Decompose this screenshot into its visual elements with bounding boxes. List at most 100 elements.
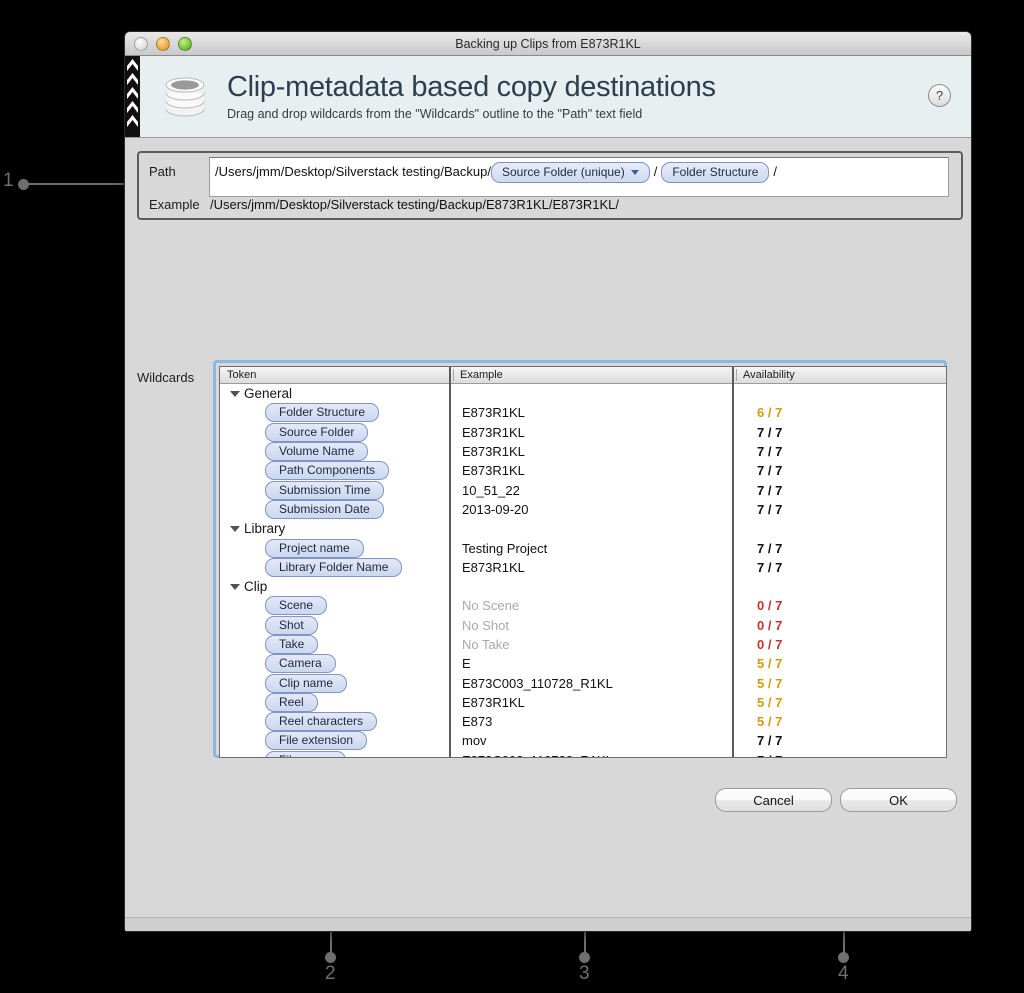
token-pill-label[interactable]: Library Folder Name — [265, 557, 403, 577]
availability-cell: 5 / 7 — [757, 656, 783, 672]
token-pill-file-name[interactable]: File name — [220, 750, 449, 757]
chevron-down-icon[interactable] — [630, 169, 639, 175]
token-group-clip[interactable]: Clip — [220, 577, 449, 596]
cancel-button[interactable]: Cancel — [715, 788, 832, 812]
callout-number-4: 4 — [838, 963, 849, 984]
callout-line-1 — [28, 183, 138, 185]
path-trailing-separator: / — [773, 164, 778, 179]
disclosure-triangle-icon[interactable] — [230, 525, 240, 532]
callout-dot-3 — [579, 952, 590, 963]
availability-cell: 6 / 7 — [757, 405, 783, 421]
token-pill-label[interactable]: Project name — [265, 538, 364, 558]
window-title: Backing up Clips from E873R1KL — [455, 36, 641, 51]
token-pill-label[interactable]: Scene — [265, 596, 328, 616]
column-header-availability[interactable]: Availability — [734, 367, 946, 384]
column-header-token[interactable]: Token — [220, 367, 449, 384]
callout-number-3: 3 — [579, 963, 590, 984]
disclosure-triangle-icon[interactable] — [230, 390, 240, 397]
availability-cell: 7 / 7 — [757, 463, 783, 479]
path-group-box: Path /Users/jmm/Desktop/Silverstack test… — [137, 151, 963, 220]
token-pill-label[interactable]: Volume Name — [265, 442, 369, 462]
path-separator: / — [653, 164, 658, 179]
example-label: Example — [149, 197, 200, 212]
token-pill-label[interactable]: File extension — [265, 731, 368, 751]
token-pill-label[interactable]: Path Components — [265, 461, 390, 481]
dialog-window: Backing up Clips from E873R1KL Clip-meta… — [124, 31, 972, 932]
example-path-value: /Users/jmm/Desktop/Silverstack testing/B… — [210, 197, 619, 212]
column-example: Example E873R1KL E873R1KL E873R1KL E873R1KL… — [451, 367, 734, 757]
availability-cell: 7 / 7 — [757, 733, 783, 749]
token-group-label: General — [244, 386, 293, 402]
chevron-strip-decoration — [125, 56, 140, 137]
token-pill-label[interactable]: Take — [265, 635, 319, 654]
token-pill-source-folder[interactable]: Source Folder — [220, 422, 449, 442]
disclosure-triangle-icon[interactable] — [230, 583, 240, 590]
column-body-token: General Folder Structure Source Folder Volu… — [220, 384, 449, 757]
example-cell: E873R1KL — [462, 559, 525, 575]
example-cell: mov — [462, 733, 487, 749]
wildcards-outline[interactable]: Token General Folder Structure Source Fold… — [219, 366, 947, 758]
token-pill-label[interactable]: Source Folder — [265, 422, 369, 442]
example-cell: No Take — [462, 637, 510, 652]
token-pill-submission-time[interactable]: Submission Time — [220, 480, 449, 500]
token-pill-clip-name[interactable]: Clip name — [220, 673, 449, 693]
token-pill-reel-characters[interactable]: Reel characters — [220, 712, 449, 732]
path-label: Path — [149, 164, 176, 179]
example-cell — [451, 577, 732, 596]
example-cell: E — [462, 656, 471, 672]
example-cell: No Shot — [462, 617, 509, 633]
token-pill-project-name[interactable]: Project name — [220, 538, 449, 558]
availability-cell: 5 / 7 — [757, 714, 783, 730]
token-group-library[interactable]: Library — [220, 519, 449, 538]
column-body-example: E873R1KL E873R1KL E873R1KL E873R1KL 10_51_22… — [451, 384, 732, 757]
token-pill-library-folder-name[interactable]: Library Folder Name — [220, 557, 449, 577]
token-pill-label[interactable]: Reel — [265, 692, 318, 712]
ok-button[interactable]: OK — [840, 788, 957, 812]
example-cell: Testing Project — [462, 540, 548, 556]
window-titlebar[interactable]: Backing up Clips from E873R1KL — [125, 32, 971, 56]
token-pill-label[interactable]: File name — [265, 750, 346, 757]
example-cell: No Scene — [462, 598, 520, 614]
dialog-button-bar: Cancel OK — [715, 788, 957, 812]
path-input[interactable]: /Users/jmm/Desktop/Silverstack testing/B… — [209, 157, 949, 197]
token-pill-folder-structure[interactable]: Folder Structure — [220, 403, 449, 423]
token-group-label: Clip — [244, 579, 268, 595]
availability-cell: 0 / 7 — [757, 637, 783, 652]
example-cell: E873R1KL — [462, 444, 525, 460]
availability-cell: 5 / 7 — [757, 675, 783, 691]
column-header-example[interactable]: Example — [451, 367, 732, 384]
callout-number-1: 1 — [3, 170, 14, 191]
token-pill-label[interactable]: Clip name — [265, 673, 348, 693]
token-pill-camera[interactable]: Camera — [220, 654, 449, 674]
path-token-source-folder-unique[interactable]: Source Folder (unique) — [490, 162, 650, 183]
example-cell: E873R1KL — [462, 405, 525, 421]
token-pill-label[interactable]: Folder Structure — [265, 403, 380, 423]
wildcards-outline-focus-ring: Token General Folder Structure Source Fold… — [213, 360, 947, 758]
token-pill-file-extension[interactable]: File extension — [220, 731, 449, 751]
token-pill-label[interactable]: Camera — [265, 654, 336, 674]
availability-cell: 7 / 7 — [734, 751, 946, 757]
token-pill-reel[interactable]: Reel — [220, 692, 449, 712]
availability-cell: 7 / 7 — [757, 559, 783, 575]
token-pill-submission-date[interactable]: Submission Date — [220, 499, 449, 519]
token-pill-scene[interactable]: Scene — [220, 596, 449, 616]
example-cell: 10_51_22 — [462, 482, 520, 498]
example-cell: E873C003_110728_R1KL — [462, 675, 613, 691]
example-cell — [451, 519, 732, 538]
token-pill-label[interactable]: Submission Time — [265, 480, 385, 500]
token-pill-shot[interactable]: Shot — [220, 615, 449, 635]
token-pill-label[interactable]: Reel characters — [265, 712, 378, 732]
token-pill-label[interactable]: Submission Date — [265, 499, 384, 519]
token-pill-path-components[interactable]: Path Components — [220, 461, 449, 481]
token-group-general[interactable]: General — [220, 384, 449, 403]
page-title: Clip-metadata based copy destinations — [227, 70, 716, 103]
token-pill-volume-name[interactable]: Volume Name — [220, 442, 449, 462]
help-button[interactable]: ? — [928, 84, 951, 107]
path-token-folder-structure[interactable]: Folder Structure — [661, 162, 770, 183]
token-pill-label[interactable]: Shot — [265, 615, 318, 635]
token-pill-take[interactable]: Take — [220, 635, 449, 654]
availability-cell — [734, 384, 946, 403]
window-bottom-strip — [125, 917, 971, 931]
example-cell: E873 — [462, 714, 493, 730]
example-cell: E873R1KL — [462, 694, 525, 710]
